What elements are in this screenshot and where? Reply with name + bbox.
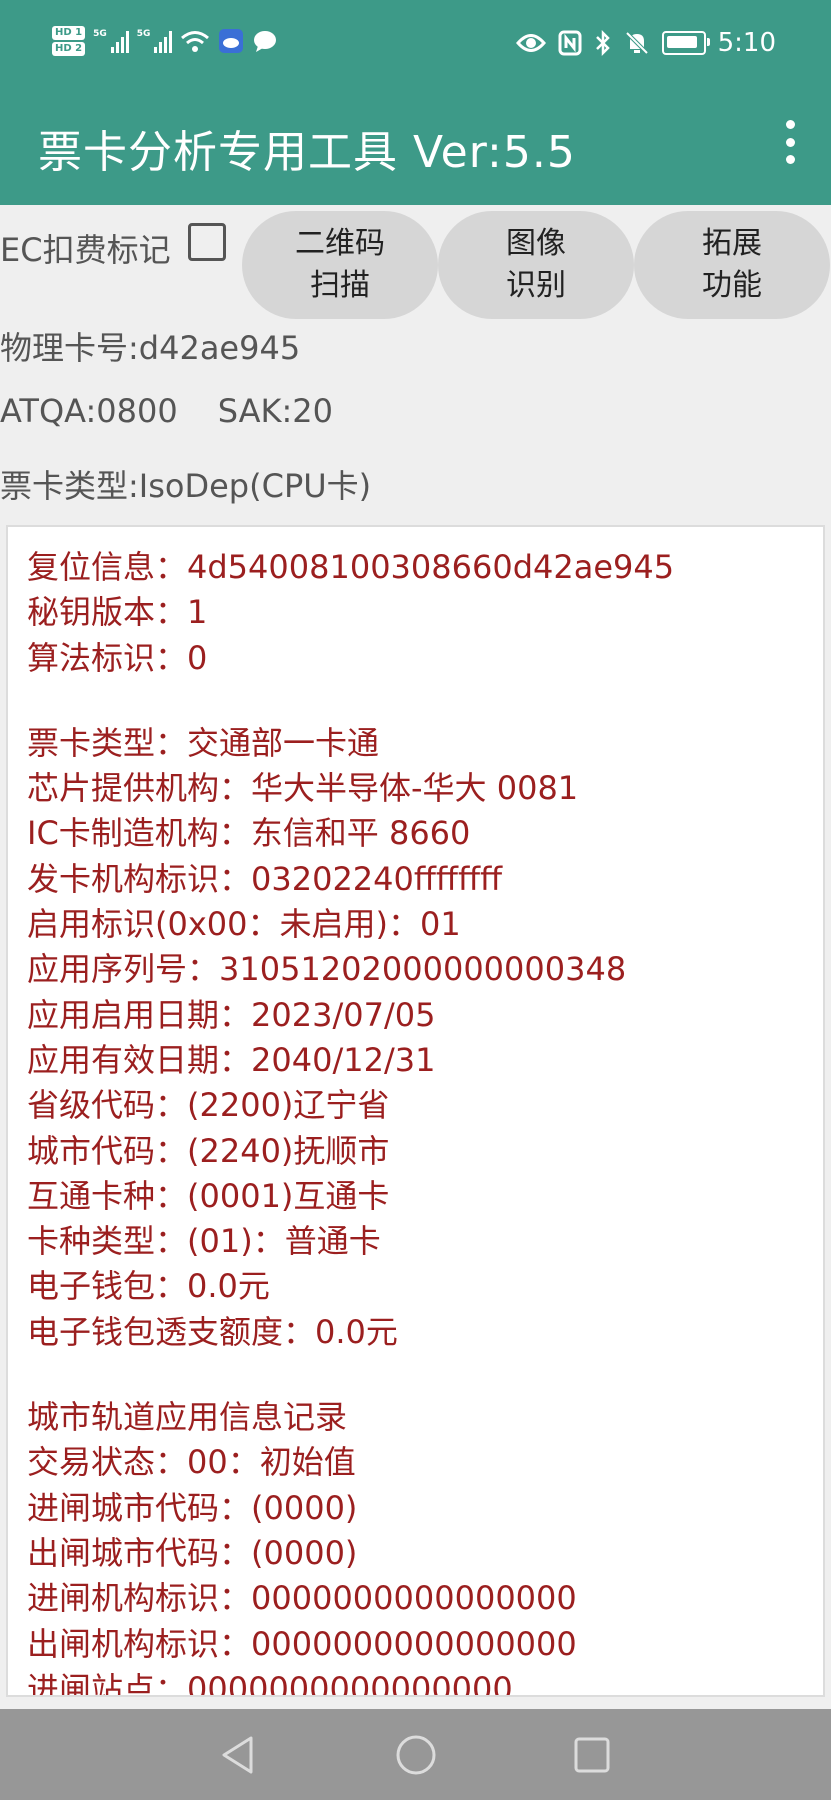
detail-line: 出闸城市代码：(0000) xyxy=(27,1533,358,1572)
signal-1-icon: 5G xyxy=(93,29,129,53)
detail-line: 进闸站点：0000000000000000 xyxy=(27,1669,513,1697)
bluetooth-icon xyxy=(595,29,610,57)
detail-line: 票卡类型：交通部一卡通 xyxy=(27,723,380,762)
recents-icon[interactable] xyxy=(572,1733,612,1777)
detail-line: 进闸机构标识：0000000000000000 xyxy=(27,1579,577,1618)
image-recognition-button[interactable]: 图像 识别 xyxy=(438,211,634,319)
qr-scan-button[interactable]: 二维码 扫描 xyxy=(242,211,438,319)
home-icon[interactable] xyxy=(394,1733,438,1777)
detail-line: 出闸机构标识：0000000000000000 xyxy=(27,1624,577,1663)
detail-line: 算法标识：0 xyxy=(27,638,208,677)
wifi-icon xyxy=(181,31,210,52)
detail-line: 省级代码：(2200)辽宁省 xyxy=(27,1086,390,1125)
message-icon xyxy=(254,31,277,52)
detail-line: 秘钥版本：1 xyxy=(27,593,208,632)
mute-bell-icon xyxy=(625,31,649,55)
eye-icon xyxy=(515,34,546,52)
back-icon[interactable] xyxy=(218,1733,258,1777)
detail-line: 启用标识(0x00：未启用)：01 xyxy=(27,905,461,944)
status-left-icons: HD 1 HD 2 5G 5G xyxy=(52,26,278,56)
nfc-icon xyxy=(558,30,582,56)
detail-group-metro-record: 城市轨道应用信息记录 交易状态：00：初始值 进闸城市代码：(0000) 出闸城市代码… xyxy=(27,1395,813,1697)
detail-group-card-info: 票卡类型：交通部一卡通芯片提供机构：华大半导体-华大 0081 IC卡制造机构：东… xyxy=(27,721,813,1355)
ec-deduct-label: EC扣费标记 xyxy=(0,231,171,269)
app-bar: 票卡分析专用工具 Ver:5.5 xyxy=(0,92,831,205)
sak-value: SAK:20 xyxy=(217,392,333,430)
hd-indicators: HD 1 HD 2 xyxy=(52,26,86,56)
battery-icon xyxy=(661,31,710,55)
detail-line: 芯片提供机构：华大半导体-华大 0081 xyxy=(27,769,579,808)
ec-deduct-checkbox[interactable] xyxy=(188,223,226,261)
overflow-menu-icon[interactable] xyxy=(783,120,797,164)
atqa-value: ATQA:0800 xyxy=(0,392,178,430)
detail-line: 互通卡种：(0001)互通卡 xyxy=(27,1176,390,1215)
detail-line: 应用有效日期：2040/12/31 xyxy=(27,1040,436,1079)
clock: 5:10 xyxy=(717,28,776,58)
detail-line: 交易状态：00：初始值 xyxy=(27,1443,356,1482)
detail-line: 城市代码：(2240)抚顺市 xyxy=(27,1131,390,1170)
detail-line: 应用启用日期：2023/07/05 xyxy=(27,995,436,1034)
detail-group-reset: 复位信息：4d54008100308660d42ae945 秘钥版本：1 算法标识：… xyxy=(27,545,813,681)
status-bar: HD 1 HD 2 5G 5G 5:10 xyxy=(0,0,831,92)
hd1-badge: HD 1 xyxy=(52,26,86,40)
detail-line: 进闸城市代码：(0000) xyxy=(27,1488,358,1527)
weather-app-icon xyxy=(219,29,244,53)
detail-line: 卡种类型：(01)：普通卡 xyxy=(27,1222,381,1261)
card-type-line: 票卡类型:IsoDep(CPU卡) xyxy=(0,467,372,505)
app-title: 票卡分析专用工具 Ver:5.5 xyxy=(38,127,576,178)
navigation-bar xyxy=(0,1709,831,1800)
detail-line: 电子钱包透支额度：0.0元 xyxy=(27,1312,398,1351)
signal-2-icon: 5G xyxy=(137,29,173,53)
detail-line: 电子钱包：0.0元 xyxy=(27,1267,270,1306)
detail-line: 应用序列号：31051202000000000348 xyxy=(27,950,627,989)
physical-card-number: 物理卡号:d42ae945 xyxy=(0,329,301,367)
extended-functions-button[interactable]: 拓展 功能 xyxy=(634,211,830,319)
card-details-text: 复位信息：4d54008100308660d42ae945 秘钥版本：1 算法标识：… xyxy=(27,545,813,1697)
detail-line: IC卡制造机构：东信和平 8660 xyxy=(27,814,471,853)
hd2-badge: HD 2 xyxy=(52,42,86,56)
controls-row: EC扣费标记 二维码 扫描 图像 识别 拓展 功能 xyxy=(0,205,831,320)
status-right-icons: 5:10 xyxy=(515,28,776,58)
detail-line: 复位信息：4d54008100308660d42ae945 xyxy=(27,548,675,586)
card-details-panel[interactable]: 复位信息：4d54008100308660d42ae945 秘钥版本：1 算法标识：… xyxy=(6,525,825,1697)
detail-line: 城市轨道应用信息记录 xyxy=(27,1398,348,1437)
detail-line: 发卡机构标识：03202240ffffffff xyxy=(27,859,503,898)
atqa-sak-line: ATQA:0800 SAK:20 xyxy=(0,392,333,430)
